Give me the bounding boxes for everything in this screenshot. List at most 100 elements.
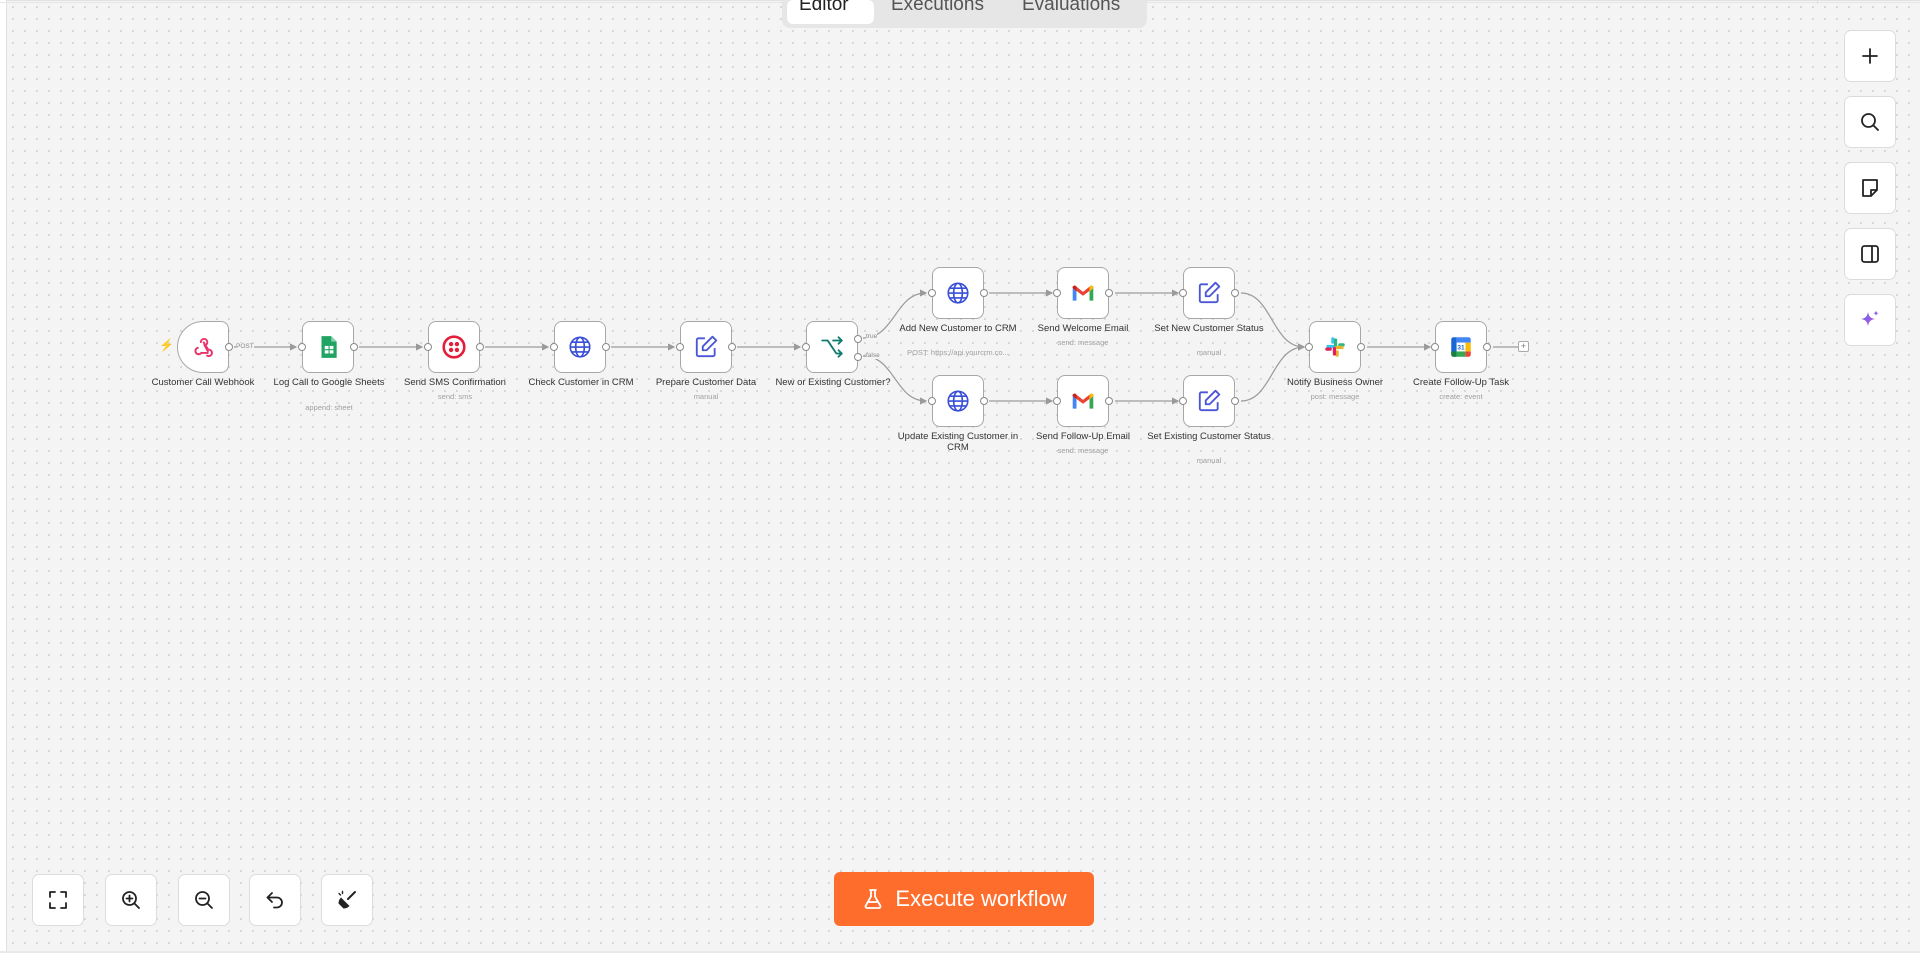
sticky-note-icon [1862,179,1878,197]
node-label: Create Follow-Up Task [1413,377,1509,388]
output-handle-false[interactable] [854,353,862,361]
node-label: Prepare Customer Data [655,377,757,388]
node-label: Send SMS Confirmation [404,377,506,388]
search-nodes-button[interactable] [1844,96,1896,148]
gmail-icon [1072,285,1094,301]
input-handle[interactable] [1179,397,1187,405]
panel-icon [1861,245,1879,263]
node-prepare-customer-data[interactable] [676,321,736,373]
fit-view-button[interactable] [32,874,84,926]
node-update-existing-customer-in-crm[interactable] [928,375,988,427]
execute-workflow-button[interactable]: Execute workflow [834,872,1094,926]
node-subtitle: send: sms [437,392,473,401]
node-subtitle: create: event [1439,392,1483,401]
node-create-follow-up-task[interactable]: 31 [1431,321,1491,373]
twilio-icon [442,335,466,359]
output-handle-true[interactable] [854,335,862,343]
output-handle[interactable] [1231,397,1239,405]
node-label: Log Call to Google Sheets [273,377,385,388]
broom-icon [338,890,356,909]
node-label: Send Welcome Email [1037,323,1129,334]
input-handle[interactable] [424,343,432,351]
input-handle[interactable] [1053,289,1061,297]
edit-icon [695,335,718,358]
zoom-out-icon [195,891,213,909]
ai-assistant-button[interactable] [1844,294,1896,346]
edit-icon [1198,389,1221,412]
node-subtitle: manual [693,392,719,401]
node-add-new-customer-to-crm[interactable] [928,267,988,319]
node-log-call-to-google-sheets[interactable] [298,321,358,373]
node-subtitle: send: message [1057,446,1109,455]
node-label: Set Existing Customer Status [1147,431,1271,442]
output-handle[interactable] [1105,289,1113,297]
output-handle[interactable] [476,343,484,351]
input-handle[interactable] [1431,343,1439,351]
node-set-new-customer-status[interactable] [1179,267,1239,319]
sticky-note-button[interactable] [1844,162,1896,214]
sparkle-icon [1861,310,1879,326]
globe-icon [569,336,591,358]
output-handle[interactable] [728,343,736,351]
output-handle[interactable] [1105,397,1113,405]
undo-icon [266,892,283,909]
node-label: Customer Call Webhook [151,377,255,388]
output-handle[interactable] [225,343,233,351]
toggle-panel-button[interactable] [1844,228,1896,280]
calendar-day-text: 31 [1457,344,1465,351]
node-send-sms-confirmation[interactable] [424,321,484,373]
input-handle[interactable] [1179,289,1187,297]
node-label: Check Customer in CRM [528,377,634,388]
input-handle[interactable] [550,343,558,351]
node-subtitle: manual [1196,456,1222,465]
output-handle[interactable] [980,397,988,405]
zoom-in-icon [122,891,140,909]
edit-icon [1198,281,1221,304]
output-handle[interactable] [1231,289,1239,297]
node-customer-call-webhook[interactable] [177,321,233,373]
output-handle[interactable] [1357,343,1365,351]
node-subtitle: post: message [1310,392,1360,401]
node-send-follow-up-email[interactable] [1053,375,1113,427]
branch-icon [821,336,843,358]
node-new-or-existing-customer[interactable] [802,321,862,373]
google-sheets-icon [321,336,337,358]
globe-icon [947,390,969,412]
zoom-out-button[interactable] [178,874,230,926]
zoom-in-button[interactable] [105,874,157,926]
google-calendar-icon: 31 [1451,337,1471,357]
node-send-welcome-email[interactable] [1053,267,1113,319]
node-check-customer-in-crm[interactable] [550,321,610,373]
flask-icon [865,889,882,909]
output-handle[interactable] [980,289,988,297]
output-handle[interactable] [1483,343,1491,351]
node-notify-business-owner[interactable] [1305,321,1365,373]
connections-layer [234,289,1518,405]
execute-workflow-label: Execute workflow [895,886,1067,911]
add-node-button[interactable] [1844,30,1896,82]
globe-icon [947,282,969,304]
edge-label-post: POST [236,343,254,350]
trigger-bolt-icon: ⚡ [159,338,174,352]
tidy-up-button[interactable] [321,874,373,926]
edge-label-false: false [866,352,880,359]
node-label: Set New Customer Status [1154,323,1264,334]
output-handle[interactable] [602,343,610,351]
webhook-icon [194,338,213,358]
node-set-existing-customer-status[interactable] [1179,375,1239,427]
search-icon [1861,113,1879,131]
input-handle[interactable] [928,289,936,297]
input-handle[interactable] [1305,343,1313,351]
gmail-icon [1072,393,1094,409]
input-handle[interactable] [802,343,810,351]
slack-icon [1325,337,1345,357]
input-handle[interactable] [298,343,306,351]
input-handle[interactable] [1053,397,1061,405]
input-handle[interactable] [928,397,936,405]
node-subtitle: append: sheet [305,403,353,412]
undo-button[interactable] [249,874,301,926]
connection [1240,292,1306,351]
input-handle[interactable] [676,343,684,351]
output-handle[interactable] [350,343,358,351]
add-next-node-icon[interactable]: + [1518,341,1529,352]
